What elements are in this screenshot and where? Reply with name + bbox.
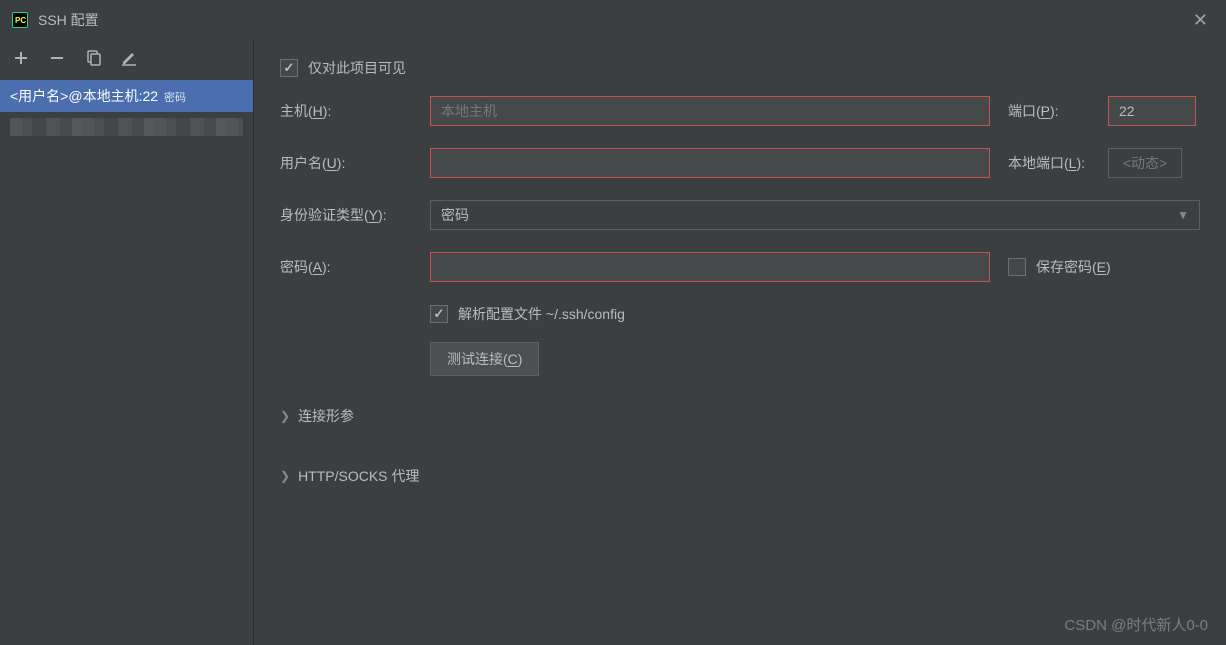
expander-label: 连接形参 [298, 406, 354, 426]
sidebar: <用户名>@本地主机:22 密码 [0, 40, 254, 645]
expander-label: HTTP/SOCKS 代理 [298, 466, 419, 486]
save-password-checkbox[interactable] [1008, 258, 1026, 276]
password-input[interactable] [430, 252, 990, 282]
password-label: 密码(A): [280, 257, 430, 277]
visible-only-checkbox[interactable] [280, 59, 298, 77]
auth-type-label: 身份验证类型(Y): [280, 205, 430, 225]
parse-config-label: 解析配置文件 ~/.ssh/config [458, 304, 625, 324]
host-input[interactable] [430, 96, 990, 126]
local-port-label: 本地端口(L): [1008, 153, 1108, 173]
chevron-right-icon: ❯ [280, 409, 290, 423]
parse-config-checkbox[interactable] [430, 305, 448, 323]
copy-icon[interactable] [84, 49, 102, 67]
port-input[interactable] [1108, 96, 1196, 126]
config-item-2[interactable] [0, 112, 253, 142]
app-icon: PC [10, 10, 30, 30]
config-item-suffix: 密码 [164, 89, 186, 105]
redacted-item [10, 118, 243, 136]
username-input[interactable] [430, 148, 990, 178]
form-panel: 仅对此项目可见 主机(H): 端口(P): 用户名(U): 本地端口(L): 身… [254, 40, 1226, 645]
expander-proxy[interactable]: ❯ HTTP/SOCKS 代理 [280, 466, 1200, 486]
save-password-label: 保存密码(E) [1036, 257, 1111, 277]
chevron-right-icon: ❯ [280, 469, 290, 483]
config-item-1[interactable]: <用户名>@本地主机:22 密码 [0, 80, 253, 112]
host-label: 主机(H): [280, 101, 430, 121]
username-label: 用户名(U): [280, 153, 430, 173]
chevron-down-icon: ▼ [1177, 208, 1189, 222]
edit-icon[interactable] [120, 49, 138, 67]
add-icon[interactable] [12, 49, 30, 67]
auth-type-value: 密码 [441, 205, 469, 225]
config-list: <用户名>@本地主机:22 密码 [0, 80, 253, 645]
auth-type-select[interactable]: 密码 ▼ [430, 200, 1200, 230]
remove-icon[interactable] [48, 49, 66, 67]
config-item-label: <用户名>@本地主机:22 [10, 86, 158, 106]
titlebar: PC SSH 配置 ✕ [0, 0, 1226, 40]
local-port-input[interactable] [1108, 148, 1182, 178]
expander-connection-params[interactable]: ❯ 连接形参 [280, 406, 1200, 426]
watermark: CSDN @时代新人0-0 [1064, 614, 1208, 635]
close-icon[interactable]: ✕ [1185, 6, 1216, 35]
visible-only-label: 仅对此项目可见 [308, 58, 406, 78]
test-connection-button[interactable]: 测试连接(C) [430, 342, 539, 376]
sidebar-toolbar [0, 40, 253, 80]
svg-text:PC: PC [15, 16, 26, 25]
port-label: 端口(P): [1008, 101, 1108, 121]
window-title: SSH 配置 [38, 10, 99, 30]
